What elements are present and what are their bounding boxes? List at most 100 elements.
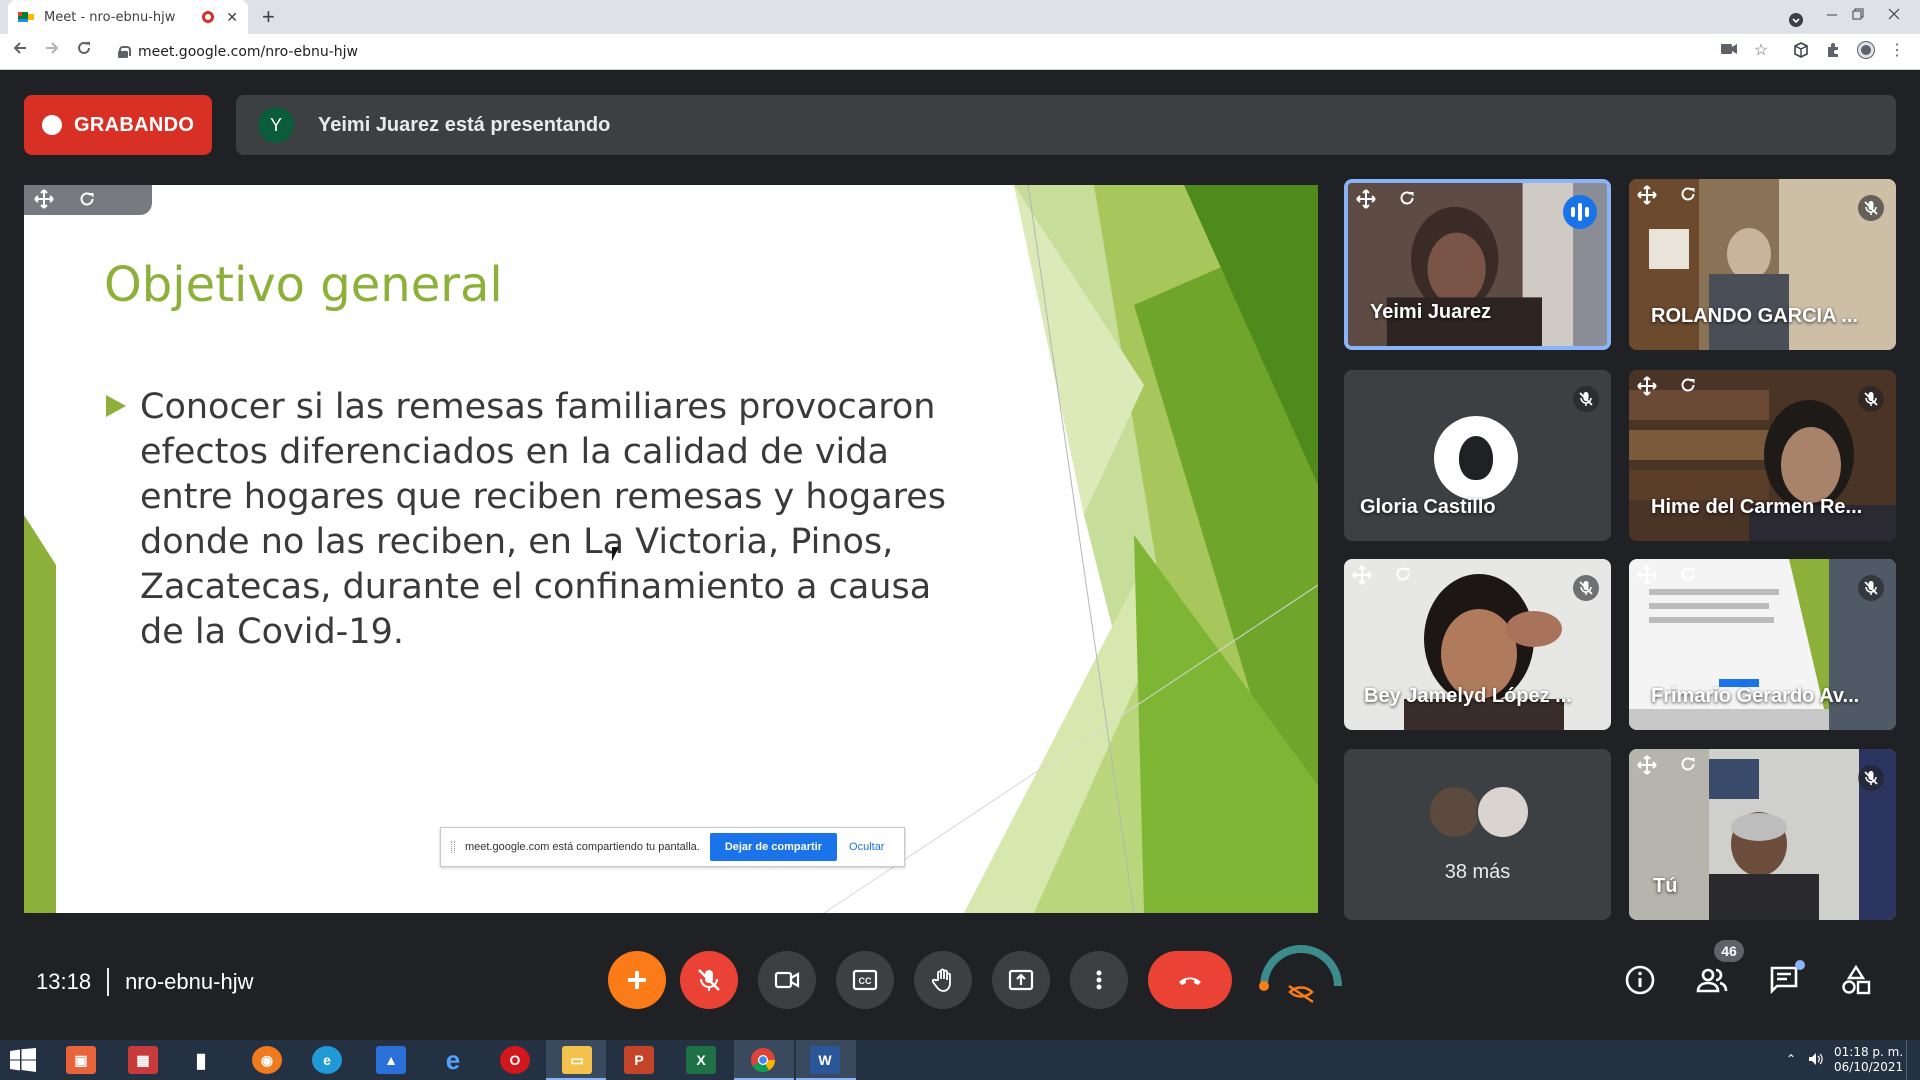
tab-search-icon[interactable] (1788, 6, 1804, 34)
people-count-badge: 46 (1714, 940, 1744, 962)
extension-cube-icon[interactable] (1792, 42, 1810, 60)
avatar (1434, 416, 1518, 500)
refresh-icon[interactable] (1398, 189, 1416, 214)
participant-tile[interactable]: Hime del Carmen Re... (1629, 370, 1896, 541)
screen-share-notification: meet.google.com está compartiendo tu pan… (440, 827, 905, 867)
restore-button[interactable] (1852, 0, 1864, 28)
participant-tile[interactable]: Gloria Castillo (1344, 370, 1611, 541)
opera-icon[interactable]: O (500, 1046, 530, 1074)
new-tab-button[interactable]: + (262, 4, 275, 30)
participant-name: Hime del Carmen Re... (1651, 496, 1863, 518)
participant-name: Gloria Castillo (1360, 496, 1496, 518)
excel-icon[interactable]: X (686, 1046, 716, 1074)
notepad-icon[interactable]: ▮ (186, 1046, 216, 1074)
present-screen-icon (1008, 969, 1034, 991)
drive-app-icon[interactable]: ▲ (376, 1046, 406, 1074)
edge-icon[interactable]: e (312, 1046, 342, 1074)
tab-title: Meet - nro-ebnu-hjw (44, 9, 176, 25)
bookmark-star-icon[interactable]: ☆ (1752, 42, 1770, 60)
hide-link[interactable]: Ocultar (849, 841, 884, 853)
captions-button[interactable]: CC (836, 951, 894, 1009)
move-tile-icon[interactable] (1637, 565, 1657, 590)
show-desktop-button[interactable] (1906, 1040, 1920, 1080)
start-windows-icon[interactable] (10, 1048, 36, 1077)
present-now-button[interactable] (992, 951, 1050, 1009)
slide-bullet-text: Conocer si las remesas familiares provoc… (140, 387, 947, 652)
tile-controls (1356, 189, 1416, 214)
slide-bullet: Conocer si las remesas familiares provoc… (106, 385, 986, 655)
chat-icon (1770, 966, 1798, 995)
meeting-details-button[interactable] (1620, 960, 1660, 1000)
mic-off-icon (1573, 386, 1599, 412)
move-tile-icon[interactable] (1637, 185, 1657, 210)
avatar-stack (1428, 785, 1530, 839)
browser-menu-icon[interactable]: ⋮ (1888, 42, 1906, 60)
browser-tab[interactable]: Meet - nro-ebnu-hjw ✕ (8, 0, 248, 34)
file-explorer-icon[interactable]: ▭ (562, 1046, 592, 1074)
profile-avatar-icon[interactable] (1858, 42, 1874, 58)
stop-sharing-button[interactable]: Dejar de compartir (709, 833, 838, 861)
camera-in-use-icon[interactable] (1720, 42, 1738, 60)
more-options-button[interactable] (1070, 951, 1128, 1009)
powerpoint-icon[interactable]: P (624, 1046, 654, 1074)
refresh-icon[interactable] (1679, 376, 1697, 401)
forward-arrow-icon[interactable] (44, 40, 60, 61)
people-button[interactable] (1692, 960, 1732, 1000)
omnibox[interactable]: meet.google.com/nro-ebnu-hjw (108, 38, 1708, 66)
hot-air-balloon-icon (1459, 436, 1493, 480)
volume-icon[interactable] (1808, 1052, 1824, 1069)
extensions-puzzle-icon[interactable] (1824, 42, 1842, 60)
participant-tile[interactable]: ROLANDO GARCIA ... (1629, 179, 1896, 350)
participant-tile[interactable]: Frimario Gerardo Av... (1629, 559, 1896, 730)
windows-taskbar (0, 1040, 1920, 1080)
activities-button[interactable] (608, 951, 666, 1009)
drag-handle-icon[interactable] (451, 841, 455, 853)
internet-explorer-icon[interactable]: e (438, 1045, 468, 1075)
tab-close-icon[interactable]: ✕ (226, 9, 238, 26)
back-arrow-icon[interactable] (12, 40, 28, 61)
close-window-button[interactable] (1888, 0, 1900, 28)
info-icon (1625, 965, 1655, 995)
app-grid-icon[interactable]: ▦ (128, 1046, 158, 1074)
refresh-icon[interactable] (78, 190, 96, 213)
refresh-icon[interactable] (1394, 565, 1412, 590)
move-tile-icon[interactable] (1637, 376, 1657, 401)
participant-tile[interactable]: Yeimi Juarez (1344, 179, 1611, 350)
participant-name: Frimario Gerardo Av... (1651, 685, 1860, 707)
google-meet-icon (18, 10, 34, 24)
move-tile-icon[interactable] (1352, 565, 1372, 590)
refresh-icon[interactable] (1679, 565, 1697, 590)
photos-app-icon[interactable]: ▣ (66, 1046, 96, 1074)
avatar (1476, 785, 1530, 839)
recording-label: GRABANDO (74, 113, 195, 136)
people-icon (1696, 968, 1728, 993)
refresh-icon[interactable] (1679, 185, 1697, 210)
reload-icon[interactable] (76, 40, 92, 61)
minimize-button[interactable] (1826, 0, 1838, 28)
camera-button[interactable] (758, 951, 816, 1009)
presentation-screen: Objetivo general Conocer si las remesas … (24, 185, 1318, 913)
chat-unread-dot (1795, 960, 1805, 970)
leave-call-button[interactable] (1148, 951, 1232, 1009)
activities-panel-button[interactable] (1836, 960, 1876, 1000)
word-icon[interactable]: W (810, 1046, 840, 1074)
participant-name: Bey Jamelyd López ... (1364, 685, 1572, 707)
tray-chevron-icon[interactable]: ⌃ (1786, 1052, 1796, 1066)
participant-tile[interactable]: Bey Jamelyd López ... (1344, 559, 1611, 730)
microphone-button[interactable] (680, 951, 738, 1009)
raise-hand-button[interactable] (914, 951, 972, 1009)
visual-effects-button[interactable] (1256, 944, 1346, 1014)
move-tile-icon[interactable] (1356, 189, 1376, 214)
self-view-tile[interactable]: Tú (1629, 749, 1896, 920)
refresh-icon[interactable] (1679, 755, 1697, 780)
recording-badge[interactable]: GRABANDO (24, 95, 212, 155)
more-participants-tile[interactable]: 38 más (1344, 749, 1611, 920)
chrome-icon[interactable] (748, 1046, 778, 1074)
record-dot-icon (42, 115, 62, 135)
mic-off-icon (1858, 575, 1884, 601)
firefox-icon[interactable]: ◉ (252, 1046, 282, 1074)
system-clock[interactable]: 01:18 p. m. 06/10/2021 (1834, 1045, 1903, 1075)
move-tile-icon[interactable] (34, 189, 54, 214)
clock-date: 06/10/2021 (1834, 1060, 1904, 1074)
move-tile-icon[interactable] (1637, 755, 1657, 780)
